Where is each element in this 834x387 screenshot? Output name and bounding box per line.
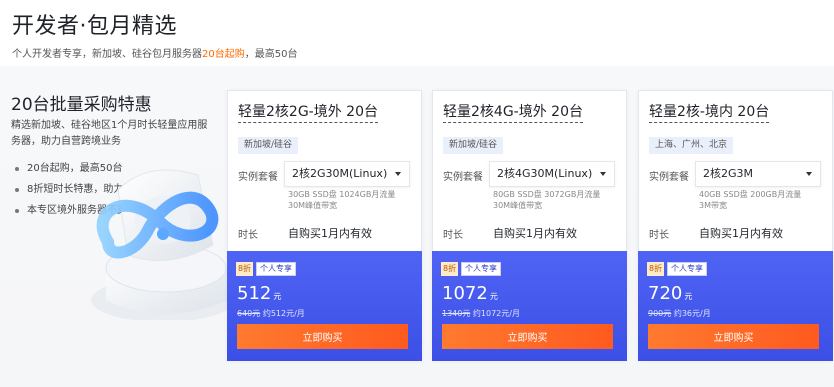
- promo-title: 20台批量采购特惠: [11, 95, 152, 115]
- price-value: 512: [237, 283, 272, 304]
- original-price-value: 1340元: [442, 309, 471, 318]
- spec-detail-line: 30GB SSD盘 1024GB月流量: [288, 190, 396, 199]
- spec-select[interactable]: 2核2G3M: [695, 161, 821, 187]
- duration-value: 自购买1月内有效: [493, 227, 577, 240]
- spec-detail: 30GB SSD盘 1024GB月流量 30M峰值带宽: [288, 189, 395, 211]
- duration-value: 自购买1月内有效: [288, 227, 372, 240]
- region-badge: 新加坡/硅谷: [443, 137, 504, 154]
- offer-card: 轻量2核4G-境外 20台 新加坡/硅谷 实例套餐 2核4G30M(Linux)…: [432, 90, 627, 361]
- price: 720 元: [648, 283, 692, 304]
- promo-description: 精选新加坡、硅谷地区1个月时长轻量应用服务器，助力自营跨境业务: [11, 120, 208, 147]
- spec-detail: 80GB SSD盘 3072GB月流量 30M峰值带宽: [493, 189, 600, 211]
- spec-detail-line: 30M峰值带宽: [493, 201, 543, 210]
- discount-badge: 8折: [647, 262, 665, 276]
- buy-button[interactable]: 立即购买: [648, 324, 819, 349]
- price: 1072 元: [442, 283, 498, 304]
- duration-label: 时长: [238, 230, 258, 241]
- page-header: 开发者·包月精选 个人开发者专享，新加坡、硅谷包月服务器20台起购，最高50台: [0, 0, 834, 66]
- price: 512 元: [237, 283, 281, 304]
- subtitle-highlight: 20台起购: [202, 49, 245, 60]
- chevron-down-icon: [806, 172, 812, 176]
- price-unit: 元: [684, 292, 693, 301]
- spec-select-value: 2核2G30M(Linux): [292, 167, 388, 180]
- per-month-price: 约1072元/月: [472, 309, 520, 318]
- spec-label: 实例套餐: [443, 172, 483, 183]
- personal-tag: 个人专享: [461, 262, 501, 276]
- price-value: 720: [648, 283, 683, 304]
- price-area: 8折 个人专享 1072 元 1340元 约1072元/月 立即购买: [432, 251, 627, 361]
- duration-value: 自购买1月内有效: [699, 227, 783, 240]
- original-price: 1340元 约1072元/月: [442, 308, 520, 319]
- per-month-price: 约36元/月: [673, 309, 711, 318]
- spec-select-value: 2核4G30M(Linux): [497, 167, 593, 180]
- subtitle-text-end: ，最高50台: [244, 49, 298, 60]
- card-title[interactable]: 轻量2核-境内 20台: [649, 101, 770, 123]
- price-area: 8折 个人专享 512 元 640元 约512元/月 立即购买: [227, 251, 422, 361]
- price-unit: 元: [489, 292, 498, 301]
- personal-tag: 个人专享: [256, 262, 296, 276]
- page-title: 开发者·包月精选: [12, 14, 177, 39]
- original-price-value: 640元: [237, 309, 261, 318]
- original-price: 900元 约36元/月: [648, 308, 711, 319]
- page-subtitle: 个人开发者专享，新加坡、硅谷包月服务器20台起购，最高50台: [12, 45, 297, 60]
- spec-detail-line: 40GB SSD盘 200GB月流量: [699, 190, 802, 199]
- spec-select-value: 2核2G3M: [703, 167, 754, 180]
- buy-button[interactable]: 立即购买: [442, 324, 613, 349]
- server-illustration: [91, 169, 235, 320]
- spec-detail-line: 3M带宽: [699, 201, 727, 210]
- chevron-down-icon: [395, 172, 401, 176]
- spec-label: 实例套餐: [649, 172, 689, 183]
- spec-detail-line: 30M峰值带宽: [288, 201, 338, 210]
- card-title[interactable]: 轻量2核4G-境外 20台: [443, 101, 583, 123]
- spec-detail: 40GB SSD盘 200GB月流量 3M带宽: [699, 189, 801, 211]
- region-badge: 新加坡/硅谷: [238, 137, 299, 154]
- price-unit: 元: [273, 292, 282, 301]
- offer-card: 轻量2核-境内 20台 上海、广州、北京 实例套餐 2核2G3M 40GB SS…: [638, 90, 833, 361]
- spec-label: 实例套餐: [238, 172, 278, 183]
- subtitle-text: 个人开发者专享，新加坡、硅谷包月服务器: [12, 49, 202, 60]
- discount-badge: 8折: [441, 262, 459, 276]
- per-month-price: 约512元/月: [262, 309, 305, 318]
- price-area: 8折 个人专享 720 元 900元 约36元/月 立即购买: [638, 251, 833, 361]
- spec-select[interactable]: 2核2G30M(Linux): [284, 161, 410, 187]
- chevron-down-icon: [600, 172, 606, 176]
- offer-card: 轻量2核2G-境外 20台 新加坡/硅谷 实例套餐 2核2G30M(Linux)…: [227, 90, 422, 361]
- discount-badge: 8折: [236, 262, 254, 276]
- region-badge: 上海、广州、北京: [649, 137, 734, 154]
- original-price-value: 900元: [648, 309, 672, 318]
- price-value: 1072: [442, 283, 488, 304]
- spec-detail-line: 80GB SSD盘 3072GB月流量: [493, 190, 601, 199]
- buy-button[interactable]: 立即购买: [237, 324, 408, 349]
- personal-tag: 个人专享: [667, 262, 707, 276]
- duration-label: 时长: [443, 230, 463, 241]
- card-title[interactable]: 轻量2核2G-境外 20台: [238, 101, 378, 123]
- original-price: 640元 约512元/月: [237, 308, 305, 319]
- spec-select[interactable]: 2核4G30M(Linux): [489, 161, 615, 187]
- duration-label: 时长: [649, 230, 669, 241]
